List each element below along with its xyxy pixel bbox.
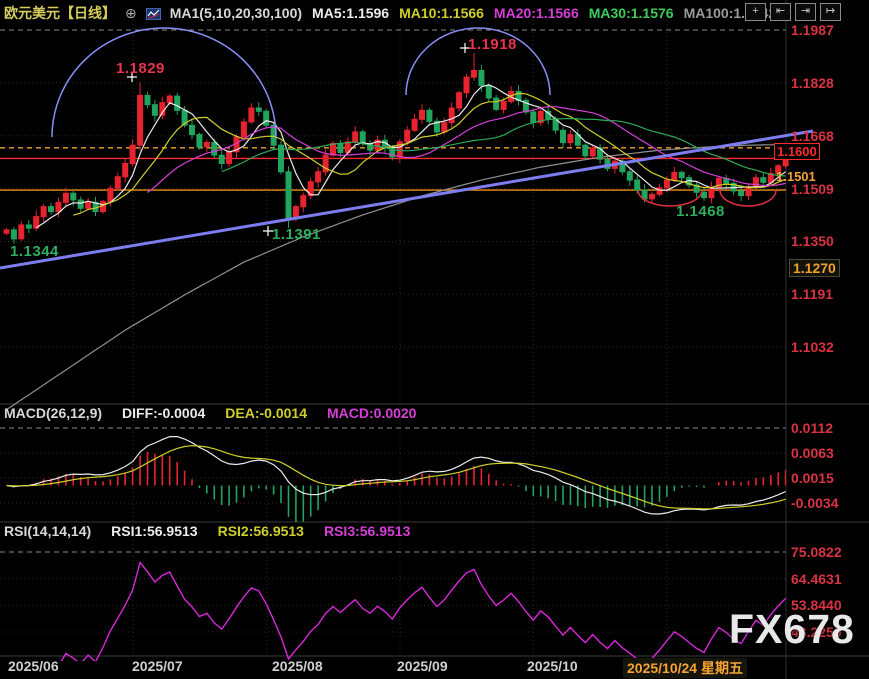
zoom-x-in-icon[interactable]: ⇤ xyxy=(770,3,791,21)
price-axis-tick: 1.1032 xyxy=(791,339,834,355)
rsi-axis-tick: 64.4631 xyxy=(791,571,842,587)
macd-axis-tick: 0.0112 xyxy=(791,420,833,436)
ma-value-label: MA20:1.1566 xyxy=(494,5,579,21)
date-axis-label: 2025/08 xyxy=(272,658,323,674)
rsi-header-row: RSI(14,14,14) RSI1:56.9513 RSI2:56.9513 RSI… xyxy=(4,523,420,539)
chart-app: 欧元美元【日线】 ⊕ MA1(5,10,20,30,100) MA5:1.1596… xyxy=(0,0,869,679)
macd-value-label: DIFF:-0.0004 xyxy=(122,405,205,421)
macd-value-label: DEA:-0.0014 xyxy=(225,405,307,421)
zoom-x-out-icon[interactable]: ⇥ xyxy=(795,3,816,21)
macd-value-label: MACD:0.0020 xyxy=(327,405,416,421)
shift-right-icon[interactable]: ↦ xyxy=(820,3,841,21)
pan-icon[interactable]: + xyxy=(745,3,766,21)
symbol-title: 欧元美元【日线】 xyxy=(4,3,116,23)
ma-value-label: MA30:1.1576 xyxy=(589,5,674,21)
price-axis-highlight-tick: 1.1270 xyxy=(789,259,840,277)
date-axis-label: 2025/09 xyxy=(397,658,448,674)
chart-type-icon[interactable] xyxy=(146,7,161,19)
price-annotation: 1.1391 xyxy=(272,226,321,243)
date-axis-highlight: 2025/10/24 星期五 xyxy=(623,658,747,678)
fx678-watermark: FX678 xyxy=(729,606,855,653)
macd-header-row: MACD(26,12,9) DIFF:-0.0004 DEA:-0.0014 MACD… xyxy=(4,405,426,421)
ma-value-label: MA10:1.1566 xyxy=(399,5,484,21)
price-axis-tick: 1.1668 xyxy=(791,128,834,144)
price-axis-tick: 1.1987 xyxy=(791,22,834,38)
rsi-value-label: RSI(14,14,14) xyxy=(4,523,91,539)
ma-values-row: MA1(5,10,20,30,100) MA5:1.1596 MA10:1.1566… xyxy=(170,5,786,21)
rsi-value-label: RSI3:56.9513 xyxy=(324,523,410,539)
date-axis-label: 2025/06 xyxy=(8,658,59,674)
macd-value-label: MACD(26,12,9) xyxy=(4,405,102,421)
rsi-value-label: RSI2:56.9513 xyxy=(218,523,304,539)
ma-value-label: MA5:1.1596 xyxy=(312,5,389,21)
macd-axis-tick: 0.0015 xyxy=(791,470,834,486)
macd-axis-tick: 0.0063 xyxy=(791,445,834,461)
expand-icon[interactable]: ⊕ xyxy=(125,5,137,22)
ma-value-label: MA1(5,10,20,30,100) xyxy=(170,5,302,21)
candlestick-chart-canvas[interactable] xyxy=(0,0,869,679)
rsi-axis-tick: 75.0822 xyxy=(791,544,842,560)
macd-axis-tick: -0.0034 xyxy=(791,495,838,511)
support-price-tag: 1.1501 xyxy=(776,169,816,184)
chart-header: 欧元美元【日线】 ⊕ MA1(5,10,20,30,100) MA5:1.1596… xyxy=(4,3,786,23)
price-annotation: 1.1918 xyxy=(468,36,517,53)
chart-toolbar: +⇤⇥↦ xyxy=(745,3,841,21)
price-annotation: 1.1468 xyxy=(676,203,725,220)
last-price-tag: 1.1600 xyxy=(774,143,820,160)
price-axis-tick: 1.1828 xyxy=(791,75,834,91)
date-axis-label: 2025/07 xyxy=(132,658,183,674)
rsi-value-label: RSI1:56.9513 xyxy=(111,523,197,539)
price-annotation: 1.1829 xyxy=(116,60,165,77)
price-annotation: 1.1344 xyxy=(10,243,59,260)
price-axis-tick: 1.1350 xyxy=(791,233,834,249)
date-axis-label: 2025/10 xyxy=(527,658,578,674)
price-axis-tick: 1.1191 xyxy=(791,286,833,302)
